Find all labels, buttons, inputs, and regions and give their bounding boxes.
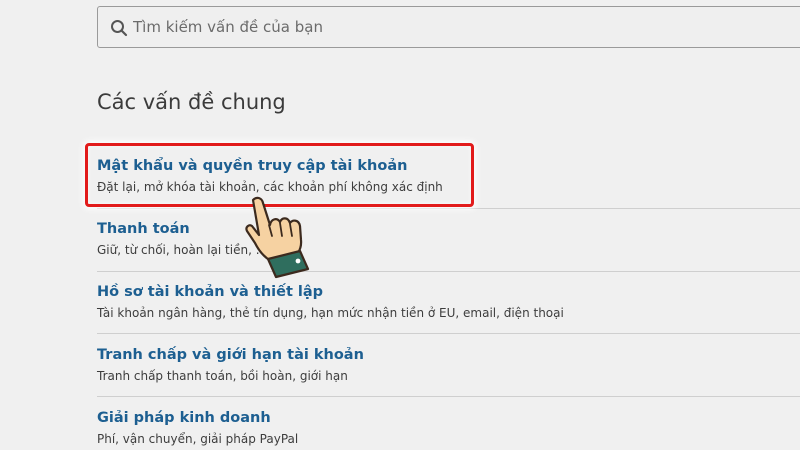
search-box[interactable] xyxy=(97,6,800,48)
section-heading: Các vấn đề chung xyxy=(97,90,286,114)
topic-description: Giữ, từ chối, hoàn lại tiền, ... xyxy=(97,243,268,257)
topic-title-link[interactable]: Thanh toán xyxy=(97,220,800,238)
topic-item-account-access[interactable]: Mật khẩu và quyền truy cập tài khoản Đặt… xyxy=(97,157,800,195)
topic-title-link[interactable]: Mật khẩu và quyền truy cập tài khoản xyxy=(97,157,800,175)
topic-description: Tài khoản ngân hàng, thẻ tín dụng, hạn m… xyxy=(97,306,564,320)
topic-description: Tranh chấp thanh toán, bồi hoàn, giới hạ… xyxy=(97,369,348,383)
topic-description: Phí, vận chuyển, giải pháp PayPal xyxy=(97,432,299,446)
topic-title-link[interactable]: Giải pháp kinh doanh xyxy=(97,409,800,427)
divider xyxy=(97,396,800,397)
divider xyxy=(97,208,800,209)
topic-description: Đặt lại, mở khóa tài khoản, các khoản ph… xyxy=(97,180,443,194)
topic-item-payments[interactable]: Thanh toán Giữ, từ chối, hoàn lại tiền, … xyxy=(97,220,800,258)
divider xyxy=(97,271,800,272)
search-input[interactable] xyxy=(133,7,773,47)
topic-title-link[interactable]: Tranh chấp và giới hạn tài khoản xyxy=(97,346,800,364)
search-icon xyxy=(111,20,128,37)
topic-item-disputes-limits[interactable]: Tranh chấp và giới hạn tài khoản Tranh c… xyxy=(97,346,800,384)
topic-item-business-solutions[interactable]: Giải pháp kinh doanh Phí, vận chuyển, gi… xyxy=(97,409,800,447)
divider xyxy=(97,333,800,334)
topic-title-link[interactable]: Hồ sơ tài khoản và thiết lập xyxy=(97,283,800,301)
topic-item-profile-settings[interactable]: Hồ sơ tài khoản và thiết lập Tài khoản n… xyxy=(97,283,800,321)
